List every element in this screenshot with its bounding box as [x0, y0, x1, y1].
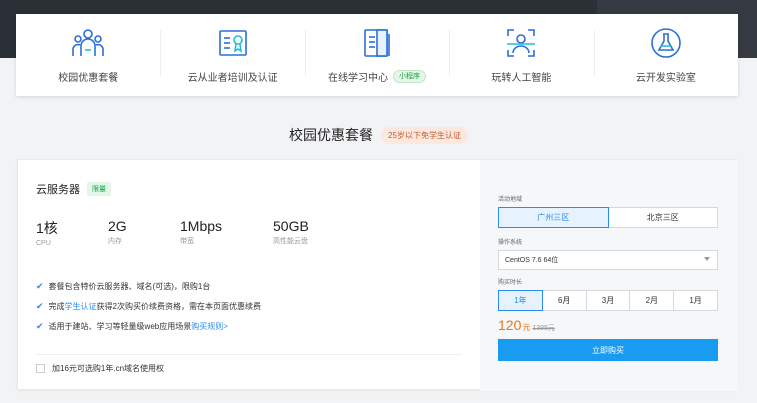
duration-label: 购买时长	[498, 280, 523, 286]
duration-selector: 1年 6月 3月 2月 1月	[498, 290, 718, 311]
chevron-down-icon	[704, 257, 710, 261]
check-icon: ✔	[36, 320, 44, 331]
divider	[36, 354, 462, 355]
nav-item-ai[interactable]: 玩转人工智能	[449, 14, 593, 96]
spec-list: 1核 CPU 2G 内存 1Mbps 带宽 50GB 高性能云盘	[36, 218, 345, 247]
spec-value: 1核	[36, 220, 58, 236]
spec-value: 50GB	[273, 218, 309, 234]
book-icon	[360, 26, 394, 60]
feature-text: 完成	[48, 301, 65, 311]
price-value: 120	[498, 317, 522, 333]
nav-label-text: 在线学习中心	[328, 73, 389, 84]
duration-option-3m[interactable]: 3月	[585, 290, 631, 311]
check-icon: ✔	[36, 300, 44, 311]
nav-label: 玩转人工智能	[491, 73, 552, 84]
feature-item: ✔ 完成 学生认证 获得2次购买价续费资格，需在本页面优惠续费	[36, 296, 261, 316]
feature-text: 获得2次购买价续费资格，需在本页面优惠续费	[96, 301, 261, 311]
feature-nav-card: 校园优惠套餐 云从业者培训及认证 在线学习中心 小程序 玩转人工智能 云开发实验…	[16, 14, 738, 96]
nav-item-dev-lab[interactable]: 云开发实验室	[593, 14, 738, 96]
spec-label: 带宽	[180, 238, 194, 245]
product-title-row: 云服务器 限量	[36, 181, 111, 197]
certificate-icon	[216, 26, 250, 60]
spec-memory: 2G 内存	[108, 218, 180, 247]
feature-text: 套餐包含特价云服务器、域名(可选)，限购1台	[48, 281, 211, 291]
duration-option-6m[interactable]: 6月	[541, 290, 587, 311]
region-selector: 广州三区 北京三区	[498, 207, 718, 228]
package-card: 云服务器 限量 1核 CPU 2G 内存 1Mbps 带宽 50GB 高性能云盘	[17, 159, 738, 391]
mini-program-badge: 小程序	[393, 70, 427, 83]
feature-item: ✔ 适用于建站、学习等轻量级web应用场景 购买规则>	[36, 316, 261, 336]
users-icon	[71, 26, 105, 60]
os-select[interactable]: CentOS 7.6 64位	[498, 250, 718, 270]
duration-option-2m[interactable]: 2月	[629, 290, 675, 311]
spec-value: 1Mbps	[180, 218, 223, 234]
spec-cpu: 1核 CPU	[36, 218, 108, 247]
region-option-beijing[interactable]: 北京三区	[607, 207, 718, 228]
flask-icon	[649, 26, 683, 60]
addon-label: 加16元可选购1年.cn域名使用权	[52, 364, 165, 373]
domain-addon-option[interactable]: 加16元可选购1年.cn域名使用权	[36, 363, 164, 374]
limited-tag: 限量	[87, 182, 111, 196]
section-heading: 校园优惠套餐 25岁以下免学生认证	[0, 125, 757, 145]
age-badge: 25岁以下免学生认证	[381, 126, 468, 144]
spec-label: CPU	[36, 240, 51, 247]
nav-label: 云从业者培训及认证	[187, 73, 278, 84]
nav-item-campus-package[interactable]: 校园优惠套餐	[16, 14, 160, 96]
spec-label: 内存	[108, 238, 122, 245]
spec-disk: 50GB 高性能云盘	[273, 218, 345, 247]
original-price: 1398元	[532, 325, 555, 332]
os-value: CentOS 7.6 64位	[505, 257, 559, 264]
purchase-panel: 活动地域 广州三区 北京三区 操作系统 CentOS 7.6 64位 购买时长 …	[480, 160, 738, 391]
addon-checkbox[interactable]	[36, 364, 45, 373]
spec-label: 高性能云盘	[273, 238, 308, 245]
nav-label: 校园优惠套餐	[58, 73, 119, 84]
buy-now-button[interactable]: 立即购买	[498, 339, 718, 361]
product-title: 云服务器	[36, 184, 80, 196]
region-option-guangzhou[interactable]: 广州三区	[498, 207, 609, 228]
nav-label: 云开发实验室	[635, 73, 696, 84]
feature-list: ✔ 套餐包含特价云服务器、域名(可选)，限购1台 ✔ 完成 学生认证 获得2次购…	[36, 276, 261, 336]
os-label: 操作系统	[498, 240, 523, 246]
feature-text: 适用于建站、学习等轻量级web应用场景	[48, 321, 192, 331]
section-title: 校园优惠套餐	[289, 127, 374, 143]
nav-label: 在线学习中心 小程序	[328, 69, 427, 84]
spec-value: 2G	[108, 218, 127, 234]
face-scan-icon	[504, 26, 538, 60]
spec-bandwidth: 1Mbps 带宽	[180, 218, 273, 247]
price-row: 120 元 1398元	[498, 317, 555, 333]
price-unit: 元	[522, 323, 531, 332]
product-details: 云服务器 限量 1核 CPU 2G 内存 1Mbps 带宽 50GB 高性能云盘	[18, 160, 480, 391]
nav-item-online-learning[interactable]: 在线学习中心 小程序	[304, 14, 449, 96]
check-icon: ✔	[36, 280, 44, 291]
student-auth-link[interactable]: 学生认证	[65, 301, 97, 312]
feature-item: ✔ 套餐包含特价云服务器、域名(可选)，限购1台	[36, 276, 261, 296]
duration-option-1y[interactable]: 1年	[498, 290, 543, 311]
duration-option-1m[interactable]: 1月	[673, 290, 718, 311]
nav-item-cloud-training[interactable]: 云从业者培训及认证	[160, 14, 304, 96]
purchase-rules-link[interactable]: 购买规则>	[191, 321, 228, 332]
region-label: 活动地域	[498, 197, 523, 203]
